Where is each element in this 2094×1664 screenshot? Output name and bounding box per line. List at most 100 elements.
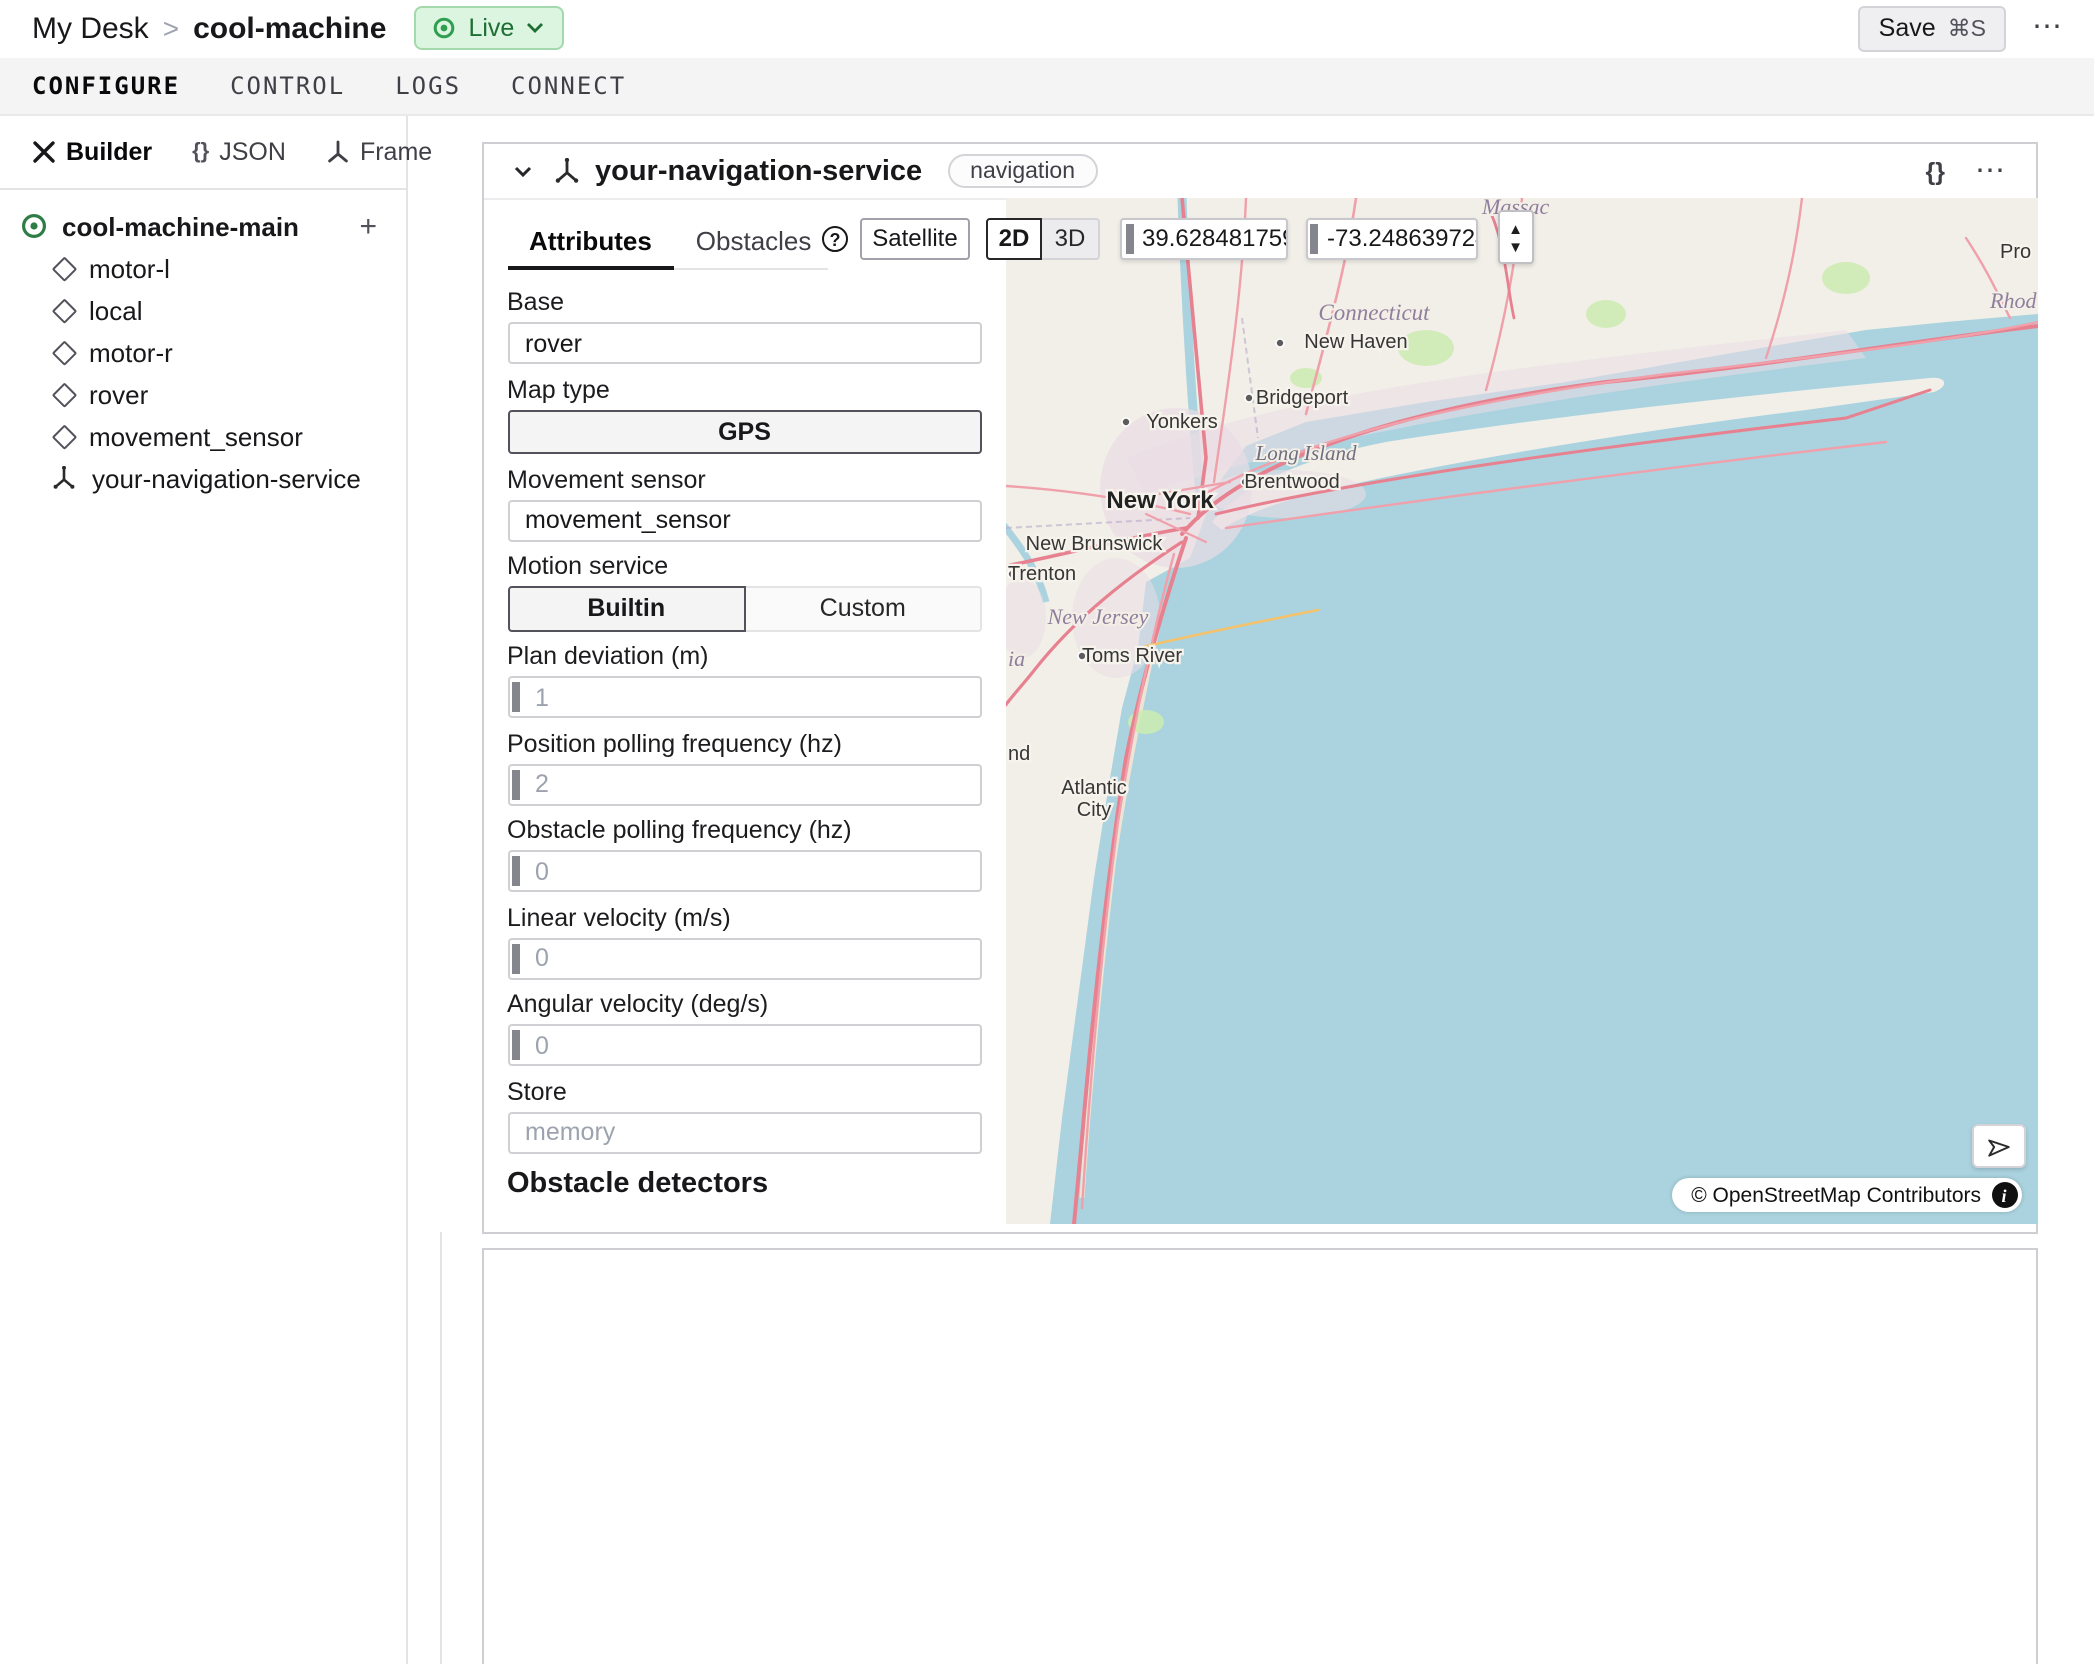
zoom-down-button[interactable]: ▼ (1508, 237, 1523, 255)
attribution-text[interactable]: © OpenStreetMap Contributors (1691, 1183, 1981, 1207)
breadcrumb-separator: > (163, 13, 179, 45)
map-3d-button[interactable]: 3D (1042, 217, 1100, 259)
card-json-icon[interactable]: {} (1926, 157, 1945, 185)
live-status-dropdown[interactable]: Live (414, 7, 564, 51)
add-component-button[interactable]: + (359, 209, 377, 243)
map-label: Atlantic (1061, 777, 1127, 799)
field-label: Angular velocity (deg/s) (507, 990, 982, 1018)
tree-item-motor-l[interactable]: motor-l (0, 247, 405, 289)
tree-item-label: motor-r (89, 337, 173, 367)
field-label: Linear velocity (m/s) (507, 903, 982, 931)
topbar-actions: Save ⌘S ⋯ (1859, 6, 2064, 52)
service-axes-icon (553, 158, 579, 184)
map-type-gps-button[interactable]: GPS (507, 409, 982, 454)
obstacle-polling-input[interactable]: 0 (507, 850, 982, 892)
base-input[interactable]: rover (507, 322, 982, 364)
longitude-input[interactable]: -73.2486397247 (1305, 217, 1478, 259)
collapse-chevron-icon[interactable] (511, 163, 533, 179)
drag-handle[interactable] (511, 856, 519, 886)
recenter-map-button[interactable] (1972, 1124, 2026, 1168)
navigation-map[interactable]: Massac Pro Rhod Connecticut New Haven Br… (1006, 198, 2037, 1224)
store-placeholder: memory (525, 1118, 615, 1146)
field-obstacle-polling: Obstacle polling frequency (hz) 0 (507, 816, 982, 892)
field-label: Map type (507, 375, 982, 403)
motion-builtin-option[interactable]: Builtin (507, 586, 746, 631)
machine-part-tree: cool-machine-main + motor-l local motor-… (0, 189, 405, 499)
movement-sensor-input[interactable]: movement_sensor (507, 499, 982, 541)
tree-item-navigation-service[interactable]: your-navigation-service (0, 457, 405, 499)
drag-handle[interactable] (511, 769, 519, 799)
help-icon[interactable]: ? (822, 226, 848, 252)
navigation-service-card: your-navigation-service navigation {} ⋯ … (481, 142, 2037, 1233)
card-header: your-navigation-service navigation {} ⋯ (483, 144, 2035, 200)
map-2d-button[interactable]: 2D (986, 217, 1042, 259)
field-linear-velocity: Linear velocity (m/s) 0 (507, 903, 982, 979)
field-map-type: Map type GPS (507, 375, 982, 454)
linear-velocity-input[interactable]: 0 (507, 937, 982, 979)
component-diamond-icon (52, 382, 76, 406)
field-label: Store (507, 1077, 982, 1105)
info-icon[interactable]: i (1991, 1182, 2017, 1208)
tree-item-motor-r[interactable]: motor-r (0, 331, 405, 373)
more-menu-icon[interactable]: ⋯ (2032, 19, 2064, 39)
card-more-icon[interactable]: ⋯ (1975, 161, 2007, 181)
live-label: Live (468, 15, 514, 43)
tree-item-rover[interactable]: rover (0, 373, 405, 415)
mode-frame[interactable]: Frame (326, 137, 432, 165)
tab-configure[interactable]: CONFIGURE (32, 71, 180, 99)
service-type-badge: navigation (948, 154, 1097, 188)
movement-sensor-value: movement_sensor (525, 506, 731, 534)
mode-json[interactable]: {} JSON (192, 137, 286, 165)
map-label: New Brunswick (1026, 533, 1164, 555)
field-angular-velocity: Angular velocity (deg/s) 0 (507, 990, 982, 1066)
field-position-polling: Position polling frequency (hz) 2 (507, 729, 982, 805)
drag-handle[interactable] (1125, 223, 1133, 253)
drag-handle[interactable] (1310, 223, 1318, 253)
zoom-up-button[interactable]: ▲ (1508, 219, 1523, 237)
machine-target-icon (20, 212, 48, 240)
breadcrumb-machine-name: cool-machine (193, 12, 386, 46)
tree-item-movement-sensor[interactable]: movement_sensor (0, 415, 405, 457)
mode-builder[interactable]: Builder (32, 137, 152, 165)
tab-obstacles[interactable]: Obstacles (674, 226, 834, 268)
map-label: City (1077, 799, 1111, 821)
position-polling-input[interactable]: 2 (507, 763, 982, 805)
tree-item-label: motor-l (89, 253, 170, 283)
tab-logs[interactable]: LOGS (395, 71, 461, 99)
store-input[interactable]: memory (507, 1111, 982, 1153)
satellite-toggle-button[interactable]: Satellite (860, 217, 970, 259)
map-label: Connecticut (1318, 300, 1430, 325)
field-label: Base (507, 288, 982, 316)
viam-configure-page: My Desk > cool-machine Live Save ⌘S ⋯ CO… (0, 0, 2094, 1664)
frame-axes-icon (326, 139, 350, 163)
field-label: Motion service (507, 552, 982, 580)
tab-control[interactable]: CONTROL (230, 71, 345, 99)
navigation-arrow-icon (1986, 1133, 2012, 1159)
drag-handle[interactable] (511, 682, 519, 712)
map-label: Bridgeport (1256, 387, 1349, 409)
map-attribution: © OpenStreetMap Contributors i (1671, 1178, 2021, 1212)
plan-deviation-input[interactable]: 1 (507, 676, 982, 718)
tree-item-label: rover (89, 379, 148, 409)
zoom-stepper: ▲ ▼ (1498, 210, 1533, 264)
tree-item-label: movement_sensor (89, 421, 303, 451)
live-icon (432, 17, 456, 41)
drag-handle[interactable] (511, 1030, 519, 1060)
angular-velocity-input[interactable]: 0 (507, 1024, 982, 1066)
motion-service-toggle: Builtin Custom (507, 586, 982, 631)
obstacle-polling-value: 0 (535, 857, 549, 885)
drag-handle[interactable] (511, 943, 519, 973)
card-header-actions: {} ⋯ (1926, 157, 2007, 185)
motion-custom-option[interactable]: Custom (746, 586, 983, 631)
angular-velocity-value: 0 (535, 1031, 549, 1059)
tree-root-machine[interactable]: cool-machine-main + (0, 205, 405, 247)
builder-icon (32, 139, 56, 163)
field-plan-deviation: Plan deviation (m) 1 (507, 642, 982, 718)
tab-connect[interactable]: CONNECT (511, 71, 626, 99)
save-button[interactable]: Save ⌘S (1859, 6, 2006, 52)
breadcrumb-root[interactable]: My Desk (32, 12, 149, 46)
tab-attributes[interactable]: Attributes (507, 226, 674, 270)
tree-item-local[interactable]: local (0, 289, 405, 331)
field-base: Base rover (507, 288, 982, 364)
latitude-input[interactable]: 39.62848175923 (1120, 217, 1287, 259)
